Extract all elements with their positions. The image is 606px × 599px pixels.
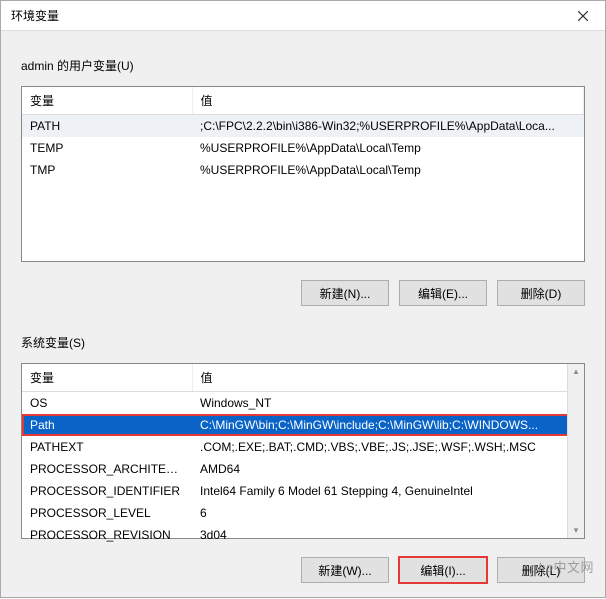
table-row[interactable]: OS Windows_NT: [22, 392, 584, 415]
table-row[interactable]: PATHEXT .COM;.EXE;.BAT;.CMD;.VBS;.VBE;.J…: [22, 436, 584, 458]
cell-variable: PROCESSOR_LEVEL: [22, 502, 192, 524]
cell-value: %USERPROFILE%\AppData\Local\Temp: [192, 159, 584, 181]
dialog-content: admin 的用户变量(U) 变量 值 PATH ;C:\FPC\2.2.2\b…: [1, 31, 605, 599]
table-row[interactable]: PROCESSOR_REVISION 3d04: [22, 524, 584, 546]
cell-value: Intel64 Family 6 Model 61 Stepping 4, Ge…: [192, 480, 584, 502]
cell-variable: PROCESSOR_ARCHITECT...: [22, 458, 192, 480]
col-value[interactable]: 值: [192, 87, 584, 115]
cell-value: 3d04: [192, 524, 584, 546]
col-value[interactable]: 值: [192, 364, 584, 392]
delete-user-var-button[interactable]: 删除(D): [497, 280, 585, 306]
table-row[interactable]: PROCESSOR_ARCHITECT... AMD64: [22, 458, 584, 480]
col-variable[interactable]: 变量: [22, 364, 192, 392]
new-user-var-button[interactable]: 新建(N)...: [301, 280, 389, 306]
edit-sys-var-button[interactable]: 编辑(I)...: [399, 557, 487, 583]
system-vars-table-wrap: 变量 值 OS Windows_NT Path C:\MinGW\bin;C:\…: [21, 363, 585, 539]
user-vars-table[interactable]: 变量 值 PATH ;C:\FPC\2.2.2\bin\i386-Win32;%…: [22, 87, 584, 181]
table-row[interactable]: PROCESSOR_LEVEL 6: [22, 502, 584, 524]
scroll-down-icon[interactable]: ▾: [574, 525, 579, 536]
dialog-title: 环境变量: [11, 7, 59, 24]
table-header-row: 变量 值: [22, 87, 584, 115]
table-row[interactable]: TEMP %USERPROFILE%\AppData\Local\Temp: [22, 137, 584, 159]
cell-value: .COM;.EXE;.BAT;.CMD;.VBS;.VBE;.JS;.JSE;.…: [192, 436, 584, 458]
table-row[interactable]: PATH ;C:\FPC\2.2.2\bin\i386-Win32;%USERP…: [22, 115, 584, 138]
scrollbar[interactable]: ▴ ▾: [567, 364, 584, 538]
cell-variable: OS: [22, 392, 192, 415]
table-row[interactable]: PROCESSOR_IDENTIFIER Intel64 Family 6 Mo…: [22, 480, 584, 502]
table-row[interactable]: TMP %USERPROFILE%\AppData\Local\Temp: [22, 159, 584, 181]
user-vars-label: admin 的用户变量(U): [21, 57, 585, 74]
cell-variable: TEMP: [22, 137, 192, 159]
cell-variable: PATH: [22, 115, 192, 138]
cell-variable: PROCESSOR_REVISION: [22, 524, 192, 546]
cell-variable: PROCESSOR_IDENTIFIER: [22, 480, 192, 502]
titlebar: 环境变量: [1, 1, 605, 31]
cell-variable: PATHEXT: [22, 436, 192, 458]
system-vars-table[interactable]: 变量 值 OS Windows_NT Path C:\MinGW\bin;C:\…: [22, 364, 584, 546]
user-vars-buttons: 新建(N)... 编辑(E)... 删除(D): [21, 280, 585, 306]
table-header-row: 变量 值: [22, 364, 584, 392]
new-sys-var-button[interactable]: 新建(W)...: [301, 557, 389, 583]
system-vars-label: 系统变量(S): [21, 334, 585, 351]
system-vars-buttons: 新建(W)... 编辑(I)... 删除(L): [21, 557, 585, 583]
user-vars-table-wrap: 变量 值 PATH ;C:\FPC\2.2.2\bin\i386-Win32;%…: [21, 86, 585, 262]
close-icon[interactable]: [560, 1, 605, 31]
cell-variable: TMP: [22, 159, 192, 181]
delete-sys-var-button[interactable]: 删除(L): [497, 557, 585, 583]
cell-value: C:\MinGW\bin;C:\MinGW\include;C:\MinGW\l…: [192, 414, 584, 436]
col-variable[interactable]: 变量: [22, 87, 192, 115]
cell-value: Windows_NT: [192, 392, 584, 415]
scroll-up-icon[interactable]: ▴: [574, 366, 579, 377]
cell-value: 6: [192, 502, 584, 524]
cell-value: AMD64: [192, 458, 584, 480]
env-vars-dialog: 环境变量 admin 的用户变量(U) 变量 值 PATH ;C:\FPC\2.…: [0, 0, 606, 598]
cell-variable: Path: [22, 414, 192, 436]
cell-value: ;C:\FPC\2.2.2\bin\i386-Win32;%USERPROFIL…: [192, 115, 584, 138]
table-row-selected[interactable]: Path C:\MinGW\bin;C:\MinGW\include;C:\Mi…: [22, 414, 584, 436]
cell-value: %USERPROFILE%\AppData\Local\Temp: [192, 137, 584, 159]
edit-user-var-button[interactable]: 编辑(E)...: [399, 280, 487, 306]
